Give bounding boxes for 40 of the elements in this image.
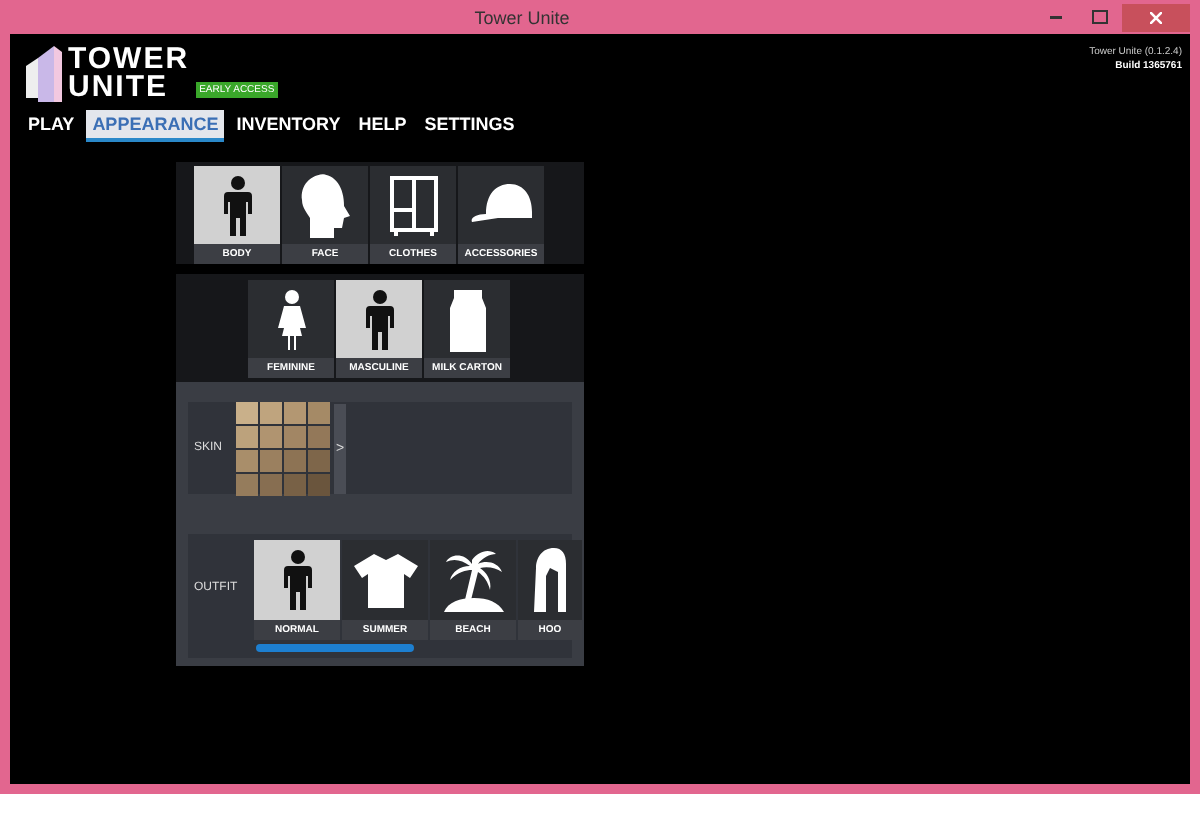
skin-swatch[interactable] [308, 449, 330, 471]
palm-tree-icon [443, 548, 503, 612]
skin-swatch[interactable] [284, 401, 306, 423]
person-icon [277, 289, 305, 349]
minimize-icon [1050, 15, 1062, 19]
milk-carton-icon [449, 287, 485, 351]
logo-text: TOWER [68, 46, 190, 74]
nav-tab[interactable]: PLAY [22, 110, 81, 142]
skin-swatch[interactable] [284, 425, 306, 447]
nav-tab[interactable]: INVENTORY [230, 110, 347, 142]
t-shirt-icon [353, 552, 417, 608]
nav-tab[interactable]: APPEARANCE [86, 110, 225, 142]
skin-swatch[interactable] [308, 425, 330, 447]
person-icon [365, 289, 393, 349]
skin-swatch[interactable] [260, 449, 282, 471]
skin-swatch[interactable] [236, 449, 258, 471]
skin-swatch[interactable] [284, 473, 306, 495]
skin-swatch[interactable] [308, 401, 330, 423]
skin-swatch[interactable] [308, 473, 330, 495]
close-button[interactable] [1122, 3, 1190, 31]
scrollbar[interactable] [256, 644, 414, 652]
skin-swatch[interactable] [236, 425, 258, 447]
skin-swatch[interactable] [236, 401, 258, 423]
person-icon [283, 550, 311, 610]
head-icon [299, 173, 351, 237]
window-title: Tower Unite [472, 7, 572, 27]
nav-tab[interactable]: SETTINGS [418, 110, 521, 142]
close-icon [1150, 11, 1162, 23]
person-icon [223, 175, 251, 235]
tower-logo-icon [22, 46, 62, 102]
skin-swatch[interactable] [236, 473, 258, 495]
skin-swatch[interactable] [260, 401, 282, 423]
logo-text: UNITE [68, 74, 170, 102]
hoodie-icon [534, 548, 566, 612]
skin-swatch[interactable] [284, 449, 306, 471]
nav-tab[interactable]: HELP [352, 110, 413, 142]
skin-swatch[interactable] [260, 425, 282, 447]
wardrobe-icon [387, 173, 439, 237]
maximize-icon [1092, 10, 1108, 24]
skin-swatch[interactable] [260, 473, 282, 495]
